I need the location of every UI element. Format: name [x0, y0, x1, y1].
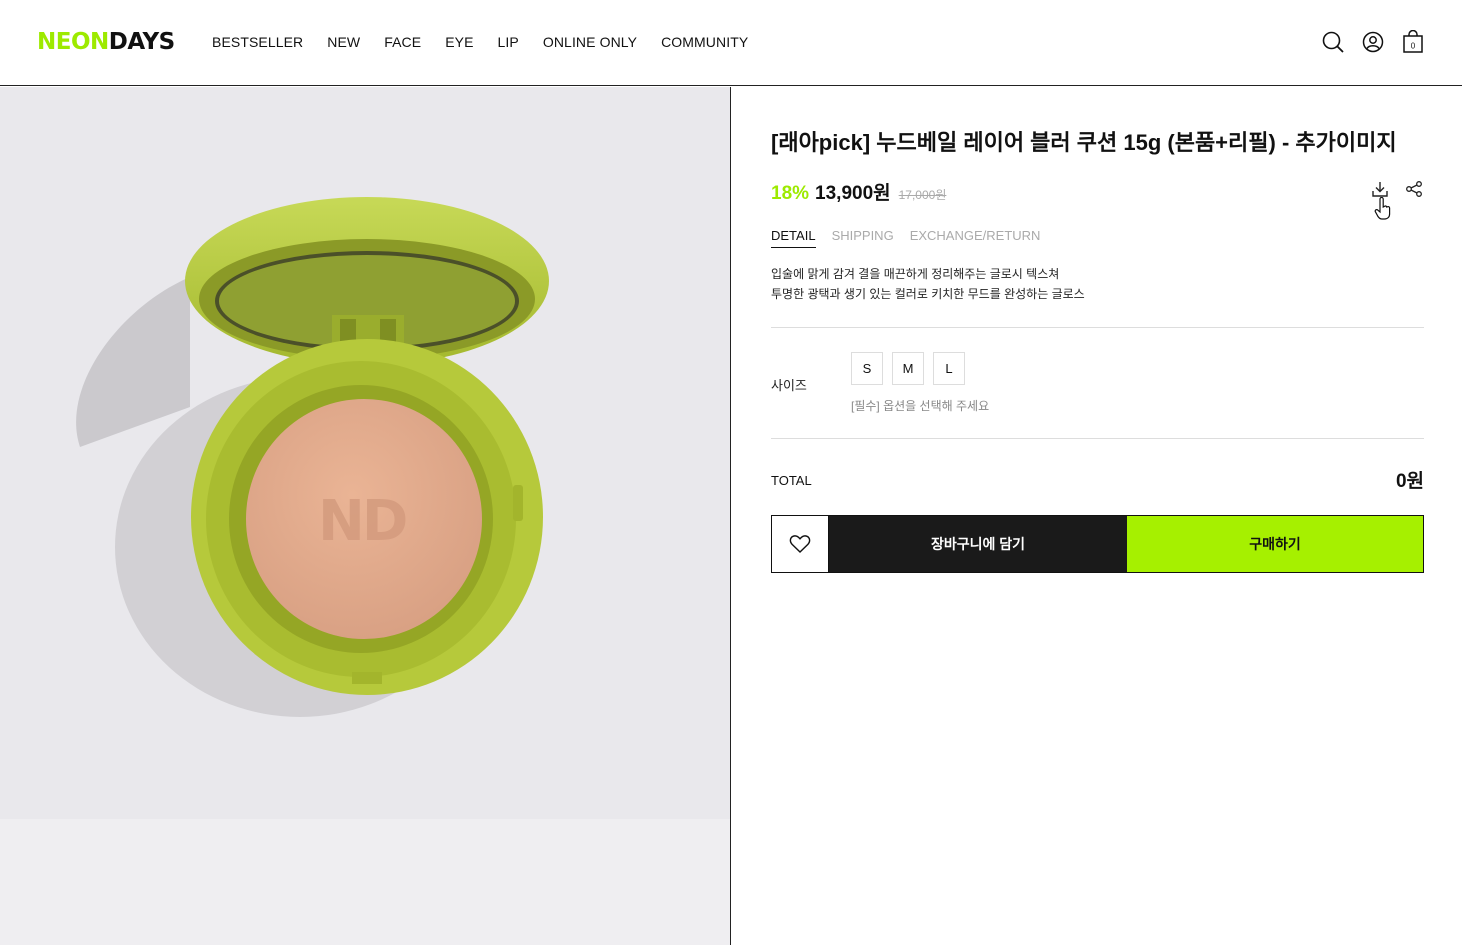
option-help-text: [필수] 옵션을 선택해 주세요 [851, 399, 990, 413]
total-label: TOTAL [771, 473, 812, 488]
cart-count: 0 [1411, 42, 1416, 51]
product-title: [래아pick] 누드베일 레이어 블러 쿠션 15g (본품+리필) - 추가… [771, 130, 1397, 155]
size-l-button[interactable]: L [933, 352, 965, 385]
tab-shipping[interactable]: SHIPPING [832, 228, 894, 248]
bag-icon[interactable]: 0 [1402, 30, 1424, 54]
size-m-button[interactable]: M [892, 352, 924, 385]
logo-neon: NEON [37, 29, 109, 55]
discount-rate: 18% [771, 183, 810, 204]
share-icon[interactable] [1404, 179, 1424, 199]
product-actions [1370, 179, 1424, 199]
nav-online-only[interactable]: ONLINE ONLY [543, 33, 637, 51]
heart-icon [789, 535, 811, 553]
cushion-emboss-text: ND [318, 489, 408, 554]
divider [771, 438, 1424, 439]
price-row: 18% 13,900원 17,000원 [771, 178, 946, 205]
tab-detail[interactable]: DETAIL [771, 228, 816, 248]
size-s-button[interactable]: S [851, 352, 883, 385]
divider [771, 327, 1424, 328]
site-header: NEONDAYS BESTSELLER NEW FACE EYE LIP ONL… [0, 0, 1462, 86]
buy-now-button[interactable]: 구매하기 [1127, 516, 1423, 572]
info-tabs: DETAIL SHIPPING EXCHANGE/RETURN [771, 228, 1040, 248]
purchase-buttons: 장바구니에 담기 구매하기 [771, 515, 1424, 573]
size-option-label: 사이즈 [771, 378, 807, 393]
wishlist-button[interactable] [772, 516, 829, 572]
total-value: 0원 [1395, 471, 1424, 492]
tab-exchange-return[interactable]: EXCHANGE/RETURN [910, 228, 1041, 248]
nav-lip[interactable]: LIP [498, 33, 519, 51]
product-image: ND [0, 87, 730, 945]
size-options: S M L [851, 352, 965, 385]
search-icon[interactable] [1322, 30, 1344, 54]
add-to-cart-button[interactable]: 장바구니에 담기 [829, 516, 1127, 572]
main-nav: BESTSELLER NEW FACE EYE LIP ONLINE ONLY … [212, 33, 748, 51]
nav-face[interactable]: FACE [384, 33, 421, 51]
description-line: 투명한 광택과 생기 있는 컬러로 키치한 무드를 완성하는 글로스 [771, 287, 1085, 301]
nav-new[interactable]: NEW [327, 33, 360, 51]
original-price: 17,000원 [898, 188, 947, 202]
description-line: 입술에 맑게 감겨 결을 매끈하게 정리해주는 글로시 텍스쳐 [771, 267, 1060, 281]
panel-divider [730, 87, 731, 945]
user-icon[interactable] [1362, 30, 1384, 54]
nav-bestseller[interactable]: BESTSELLER [212, 33, 303, 51]
download-icon[interactable] [1370, 179, 1390, 199]
logo-days: DAYS [108, 29, 175, 55]
nav-eye[interactable]: EYE [445, 33, 473, 51]
product-description: 입술에 맑게 감겨 결을 매끈하게 정리해주는 글로시 텍스쳐 투명한 광택과 … [771, 264, 1085, 304]
nav-community[interactable]: COMMUNITY [661, 33, 748, 51]
hand-cursor-icon [1374, 197, 1391, 220]
sale-price: 13,900원 [815, 183, 891, 204]
header-icons: 0 [1322, 30, 1424, 54]
site-logo[interactable]: NEONDAYS [37, 28, 175, 56]
